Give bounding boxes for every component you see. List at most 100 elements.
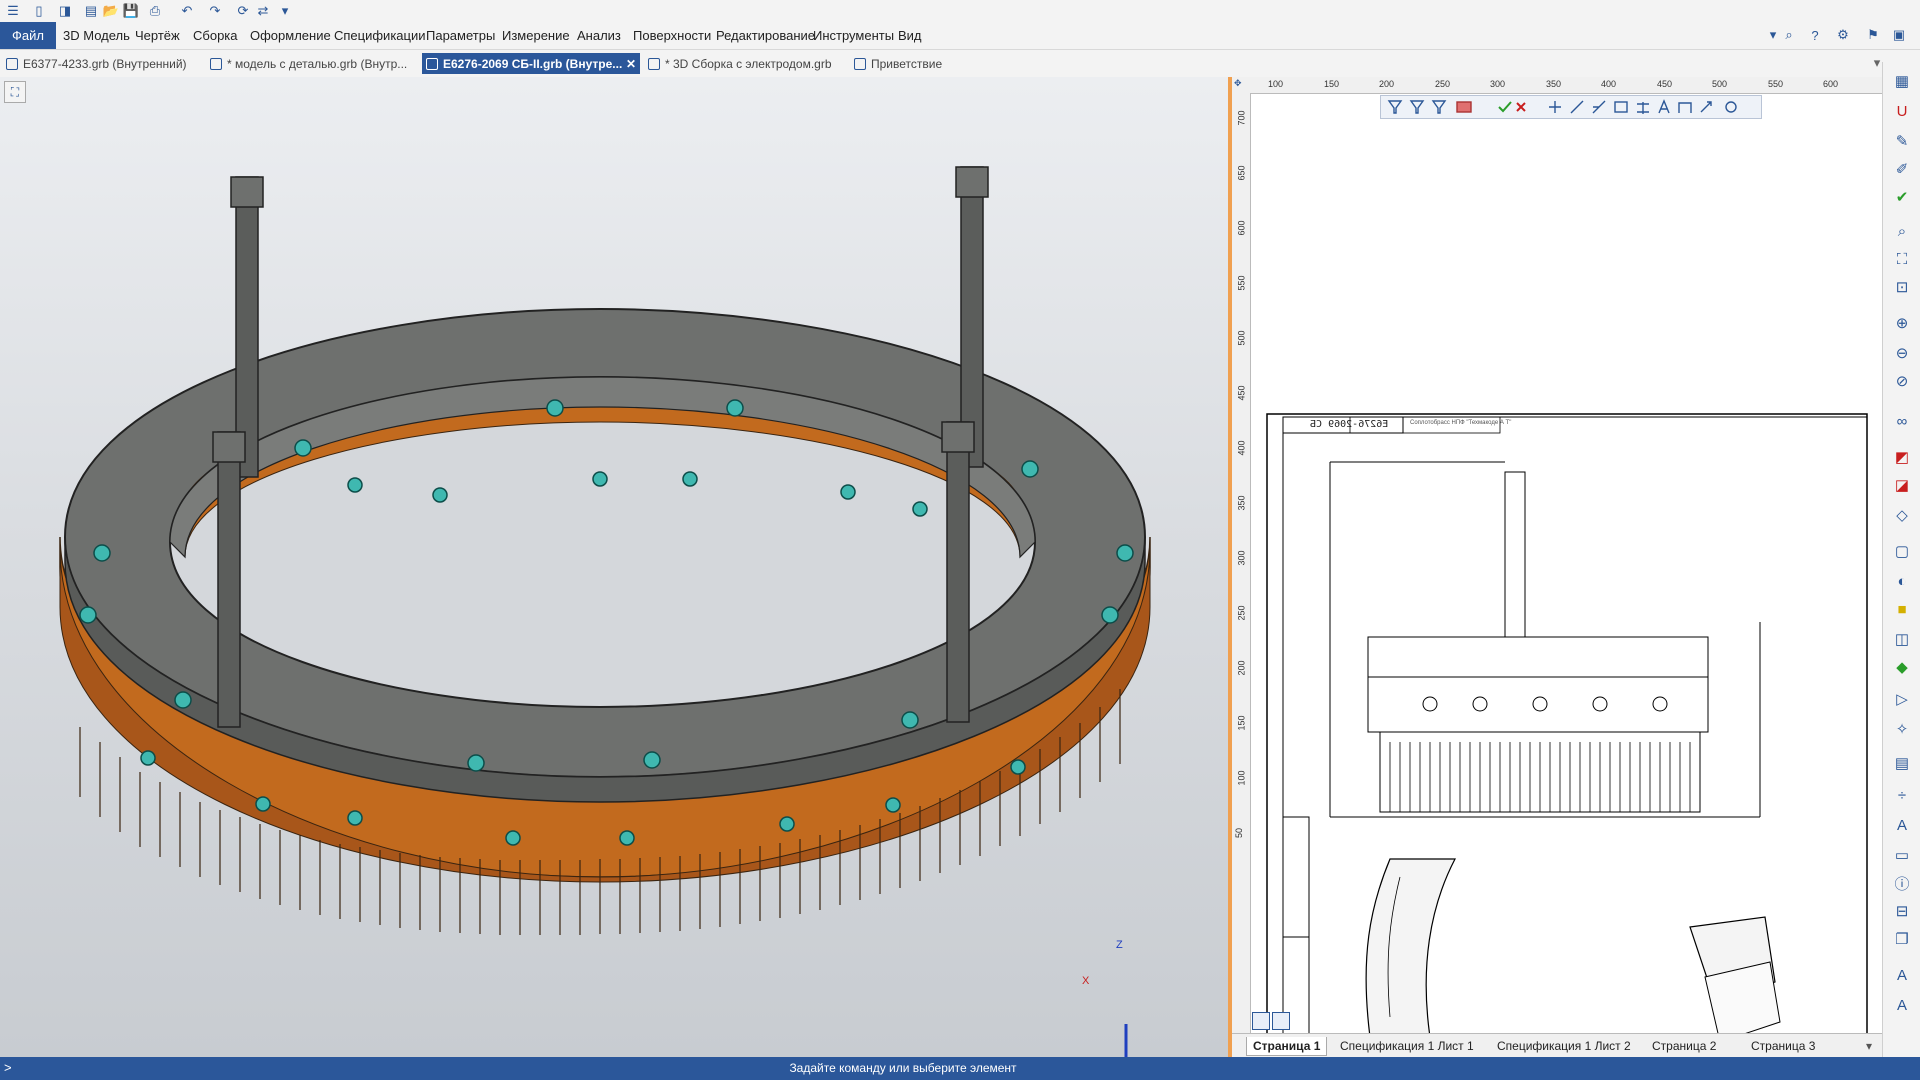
help-icon[interactable]: ? [1806, 26, 1824, 44]
camera-icon[interactable]: ▷ [1891, 688, 1913, 710]
ruler-tick: 450 [1236, 385, 1247, 401]
new-document-icon[interactable]: ▯ [30, 2, 48, 20]
check-cube-icon[interactable]: ◩ [1891, 446, 1913, 468]
ruler-tick: 100 [1236, 770, 1247, 786]
document-icon [648, 57, 660, 70]
tab-e6377[interactable]: E6377-4233.grb (Внутренний) [2, 53, 202, 74]
quick-access-toolbar: ☰ ▯ ◨ ▤ 📂 💾 ⎙ ↶ ↷ ⟳ ⇄ ▾ [0, 0, 1920, 22]
3d-ring-model [59, 166, 1151, 1057]
axis-z-label: Z [1116, 939, 1123, 951]
print-icon[interactable]: ⎙ [146, 2, 164, 20]
drawing-icon[interactable]: ▤ [82, 2, 100, 20]
check-cubes-icon[interactable]: ◪ [1891, 474, 1913, 496]
menu-design[interactable]: Оформление [250, 28, 331, 43]
search-icon[interactable]: ⌕ [1780, 26, 1798, 44]
tab-welcome[interactable]: Приветствие [850, 53, 970, 74]
open-folder-icon[interactable]: 📂 [102, 2, 120, 20]
menu-file[interactable]: Файл [0, 22, 56, 49]
flag-icon[interactable]: ⚑ [1864, 26, 1882, 44]
settings-quick-icon[interactable]: ⇄ [254, 2, 272, 20]
menu-tools[interactable]: Инструменты [813, 28, 894, 43]
zoom-window-icon[interactable]: ⌕ [1891, 220, 1913, 242]
cube-icon[interactable]: ▢ [1891, 540, 1913, 562]
distance-icon[interactable]: ÷ [1891, 784, 1913, 806]
view-layout-single-icon[interactable] [1252, 1012, 1270, 1030]
gear-icon[interactable]: ⚙ [1834, 26, 1852, 44]
frame-icon[interactable]: ▭ [1891, 844, 1913, 866]
layers-icon[interactable]: ▤ [1891, 752, 1913, 774]
info-icon[interactable]: ⓘ [1891, 872, 1913, 894]
view-layout-split-icon[interactable] [1272, 1012, 1290, 1030]
menu-view[interactable]: Вид [898, 28, 922, 43]
page-tab-2[interactable]: Страница 2 [1652, 1037, 1716, 1055]
tab-e6276-active[interactable]: E6276-2069 СБ-II.grb (Внутре... ✕ [422, 53, 640, 74]
new-3d-icon[interactable]: ◨ [56, 2, 74, 20]
title-block-company: Соплотобрасс НПФ "Техмакоде А Т" [1410, 420, 1512, 426]
light-icon[interactable]: ✧ [1891, 718, 1913, 740]
ruler-tick: 500 [1236, 330, 1247, 346]
glasses-icon[interactable]: ∞ [1891, 410, 1913, 432]
drawing-view[interactable]: ✥ 100 150 200 250 300 350 400 450 500 55… [1232, 77, 1882, 1057]
page-tab-3[interactable]: Страница 3 [1751, 1037, 1815, 1055]
window-layout-icon[interactable]: ▣ [1890, 26, 1908, 44]
tag-icon[interactable]: ⊟ [1891, 900, 1913, 922]
title-block-code: Е6276-2069 СБ [1310, 419, 1389, 430]
status-text: Задайте команду или выберите элемент [789, 1061, 1017, 1075]
fit-view-icon[interactable]: ⛶ [1891, 248, 1913, 270]
copy-icon[interactable]: ❐ [1891, 928, 1913, 950]
zoom-all-icon[interactable]: ⊡ [1891, 276, 1913, 298]
yellow-cube-icon[interactable]: ■ [1891, 598, 1913, 620]
section-plane-icon[interactable]: ◇ [1891, 504, 1913, 526]
page-tab-1[interactable]: Страница 1 [1246, 1037, 1328, 1056]
tab-model-with-part[interactable]: * модель с деталью.grb (Внутр... [206, 53, 418, 74]
zoom-in-icon[interactable]: ⊕ [1891, 312, 1913, 334]
3d-viewport[interactable]: ⛶ Z X [0, 77, 1228, 1057]
zoom-out-icon[interactable]: ⊖ [1891, 342, 1913, 364]
menu-drawing[interactable]: Чертёж [135, 28, 180, 43]
render-icon[interactable]: ◫ [1891, 628, 1913, 650]
magnet-icon[interactable]: U [1891, 100, 1913, 122]
undo-icon[interactable]: ↶ [178, 2, 196, 20]
page-tab-spec-2[interactable]: Спецификация 1 Лист 2 [1497, 1037, 1631, 1055]
menu-specifications[interactable]: Спецификации [334, 28, 426, 43]
regenerate-icon[interactable]: ⟳ [234, 2, 252, 20]
ruler-tick: 550 [1236, 275, 1247, 291]
sphere-icon[interactable]: ◐ [1891, 570, 1913, 592]
axis-triad [1124, 1024, 1128, 1057]
ruler-tick: 50 [1234, 827, 1245, 839]
select-window-icon[interactable]: ▦ [1891, 70, 1913, 92]
menu-edit[interactable]: Редактирование [716, 28, 815, 43]
redo-icon[interactable]: ↷ [206, 2, 224, 20]
status-bar: > Задайте команду или выберите элемент [0, 1057, 1920, 1080]
menu-analysis[interactable]: Анализ [577, 28, 621, 43]
ruler-tick: 250 [1236, 605, 1247, 621]
save-icon[interactable]: 💾 [122, 2, 140, 20]
menu-assembly[interactable]: Сборка [193, 28, 238, 43]
menu-3d-model[interactable]: 3D Модель [63, 28, 130, 43]
document-icon [426, 57, 438, 70]
text-style-icon[interactable]: A [1891, 814, 1913, 836]
menu-parameters[interactable]: Параметры [426, 28, 495, 43]
close-tab-icon[interactable]: ✕ [626, 57, 636, 71]
main-menu-icon[interactable]: ☰ [4, 2, 22, 20]
customize-toolbar-icon[interactable]: ▾ [276, 2, 294, 20]
text-small-icon[interactable]: A [1891, 994, 1913, 1016]
ruler-origin-icon[interactable]: ✥ [1234, 78, 1242, 89]
green-cube-icon[interactable]: ◆ [1891, 656, 1913, 678]
tab-3d-assembly-electrode[interactable]: * 3D Сборка с электродом.grb [644, 53, 844, 74]
zoom-previous-icon[interactable]: ⊘ [1891, 370, 1913, 392]
menu-bar: Файл 3D Модель Чертёж Сборка Оформление … [0, 22, 1920, 50]
menu-surfaces[interactable]: Поверхности [633, 28, 711, 43]
document-tabs: E6377-4233.grb (Внутренний) * модель с д… [0, 50, 1920, 78]
sketch-icon[interactable]: ✎ [1891, 130, 1913, 152]
text-large-icon[interactable]: A [1891, 964, 1913, 986]
ruler-tick: 600 [1236, 220, 1247, 236]
menu-measure[interactable]: Измерение [502, 28, 570, 43]
ruler-vertical: 700 650 600 550 500 450 400 350 300 250 … [1232, 93, 1251, 1043]
pencil-icon[interactable]: ✐ [1891, 158, 1913, 180]
page-tabs-scroll-icon[interactable]: ▾ [1866, 1037, 1872, 1055]
page-tab-spec-1[interactable]: Спецификация 1 Лист 1 [1340, 1037, 1474, 1055]
ruler-tick: 650 [1236, 165, 1247, 181]
ruler-tick: 400 [1236, 440, 1247, 456]
confirm-icon[interactable]: ✔ [1891, 186, 1913, 208]
